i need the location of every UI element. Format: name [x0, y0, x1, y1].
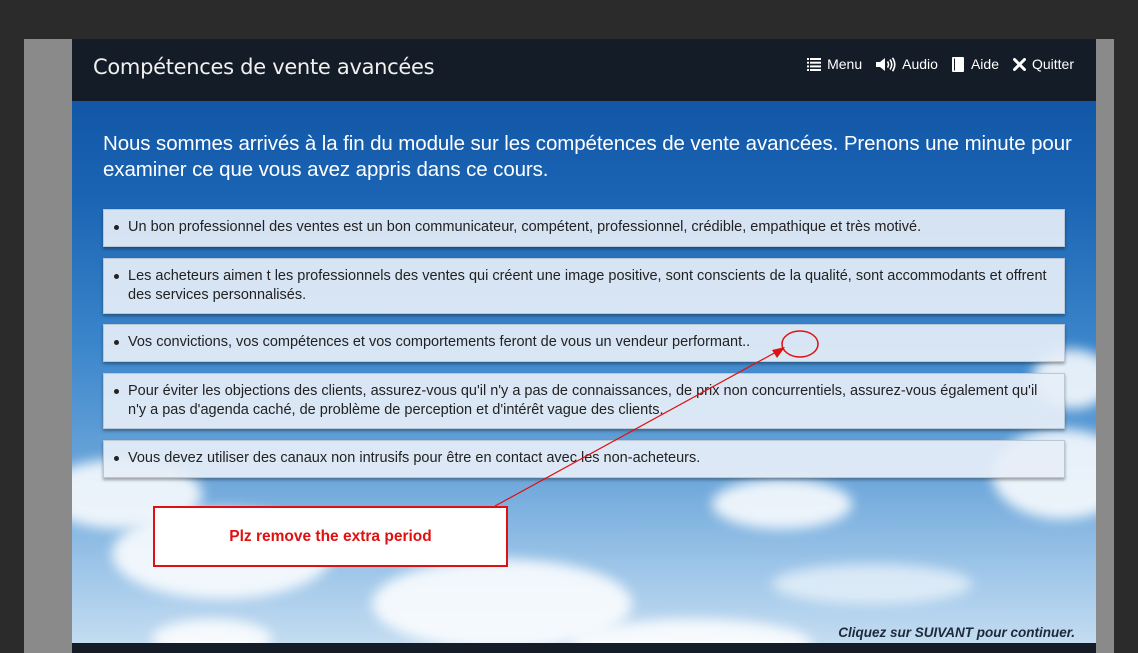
next-hint: Cliquez sur SUIVANT pour continuer.: [838, 625, 1075, 640]
bullet-dot: [114, 389, 119, 394]
bullet-dot: [114, 456, 119, 461]
bullet-item: Pour éviter les objections des clients, …: [103, 373, 1065, 429]
cloud: [772, 564, 972, 604]
intro-heading: Nous sommes arrivés à la fin du module s…: [103, 132, 1072, 181]
bullet-item: Vos convictions, vos compétences et vos …: [103, 324, 1065, 362]
speaker-icon: [876, 56, 896, 72]
bullet-item: Un bon professionnel des ventes est un b…: [103, 209, 1065, 247]
bullet-dot: [114, 274, 119, 279]
bullet-text: Vos convictions, vos compétences et vos …: [128, 334, 751, 350]
bullet-item: Vous devez utiliser des canaux non intru…: [103, 440, 1065, 478]
top-nav: Menu Audio Aide Quitter: [807, 56, 1074, 72]
screenshot-stage: Compétences de vente avancées Menu Audio…: [0, 0, 1138, 653]
bullet-dot: [114, 225, 119, 230]
annotation-note: Plz remove the extra period: [153, 506, 508, 567]
help-button[interactable]: Aide: [951, 56, 999, 72]
menu-label: Menu: [827, 56, 863, 72]
menu-icon: [807, 57, 822, 71]
bullet-text: Les acheteurs aimen t les professionnels…: [128, 268, 1047, 303]
bullet-text: Vous devez utiliser des canaux non intru…: [128, 450, 701, 466]
close-icon: [1012, 57, 1026, 71]
quit-button[interactable]: Quitter: [1012, 56, 1074, 72]
course-title: Compétences de vente avancées: [93, 55, 435, 79]
bullet-text: Un bon professionnel des ventes est un b…: [128, 219, 922, 235]
bullet-dot: [114, 340, 119, 345]
audio-button[interactable]: Audio: [876, 56, 938, 72]
quit-label: Quitter: [1031, 56, 1074, 72]
audio-label: Audio: [902, 56, 938, 72]
cloud: [712, 479, 852, 529]
bullet-item: Les acheteurs aimen t les professionnels…: [103, 258, 1065, 314]
help-label: Aide: [970, 56, 999, 72]
book-icon: [951, 56, 965, 72]
bullet-text: Pour éviter les objections des clients, …: [128, 383, 1038, 418]
menu-button[interactable]: Menu: [807, 56, 862, 72]
footer-bar: [72, 643, 1096, 653]
header-bar: Compétences de vente avancées Menu Audio…: [72, 39, 1096, 101]
